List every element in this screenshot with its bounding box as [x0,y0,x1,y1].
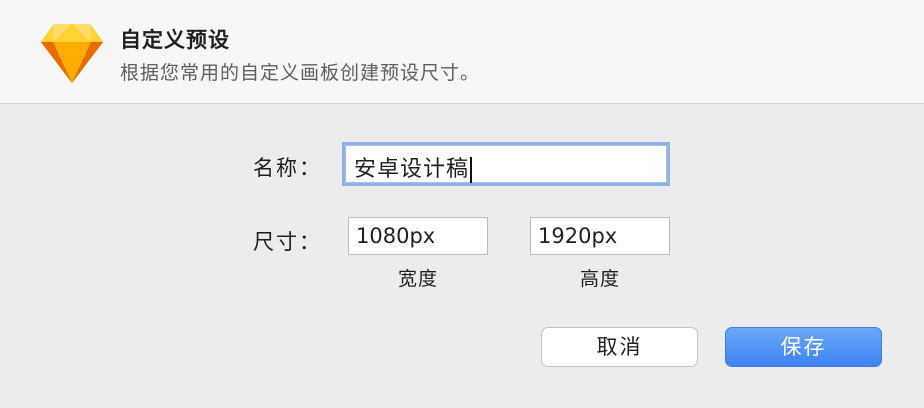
dialog-title: 自定义预设 [120,28,230,52]
height-caption: 高度 [579,268,620,290]
width-input[interactable]: 1080px [348,217,488,255]
cancel-button[interactable]: 取消 [541,327,698,367]
height-input[interactable]: 1920px [530,217,670,255]
dialog-subtitle: 根据您常用的自定义画板创建预设尺寸。 [120,62,481,84]
custom-preset-dialog: 自定义预设 根据您常用的自定义画板创建预设尺寸。 名称： 安卓设计稿 尺寸： 1… [0,0,924,408]
sketch-diamond-icon [40,22,104,84]
preset-name-input[interactable]: 安卓设计稿 [345,145,667,183]
save-button[interactable]: 保存 [725,327,882,367]
width-caption: 宽度 [397,268,438,290]
text-caret [470,157,473,183]
preset-name-value: 安卓设计稿 [354,157,470,182]
name-label: 名称： [253,156,322,180]
dialog-header: 自定义预设 根据您常用的自定义画板创建预设尺寸。 [0,0,924,104]
size-label: 尺寸： [253,230,322,254]
